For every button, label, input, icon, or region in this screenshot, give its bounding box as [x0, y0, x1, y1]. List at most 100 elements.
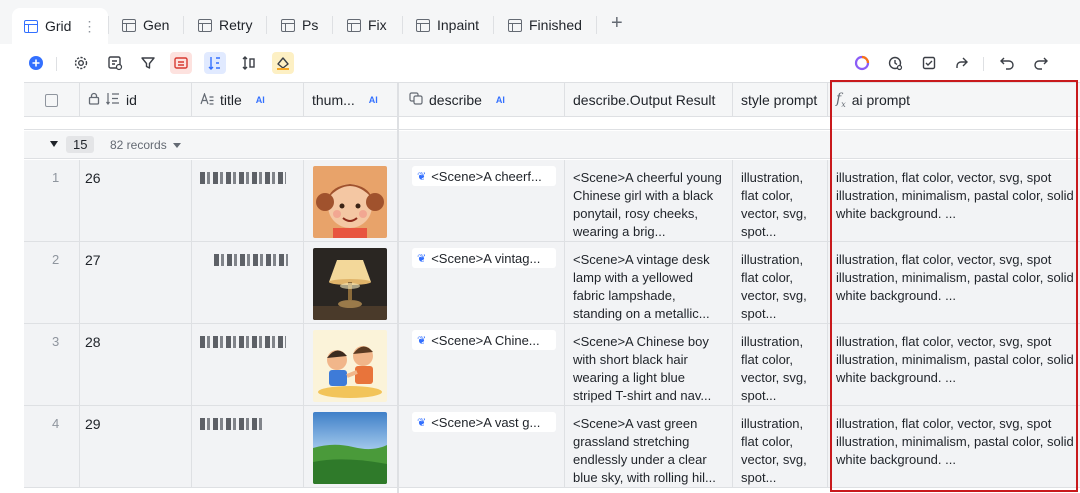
collapse-chevron-icon[interactable] — [50, 141, 58, 147]
grid-view-icon — [347, 18, 361, 32]
thumbnail-image[interactable] — [313, 166, 387, 238]
cell-style-prompt[interactable]: illustration, flat color, vector, svg, s… — [733, 324, 828, 406]
cell-describe[interactable]: ❦ <Scene>A Chine... — [399, 324, 565, 406]
column-label: style prompt — [741, 92, 818, 108]
table-row[interactable]: 3 28 ❦ <Scene>A Chine... <Scene>A Chines… — [24, 324, 1080, 406]
linked-record-pill[interactable]: ❦ <Scene>A vast g... — [412, 412, 556, 432]
tab-grid[interactable]: Grid ⋮ — [12, 8, 109, 44]
column-header-style[interactable]: style prompt — [733, 83, 828, 117]
checklist-icon[interactable] — [918, 52, 940, 74]
cell-thumbnail[interactable] — [304, 242, 399, 324]
row-number: 2 — [24, 242, 80, 324]
column-header-thumb[interactable]: thum... AI — [304, 83, 399, 117]
column-header-describe[interactable]: describe AI — [399, 83, 565, 117]
tab-label: Grid — [45, 18, 72, 34]
automation-icon[interactable] — [884, 52, 906, 74]
cell-output[interactable]: <Scene>A vintage desk lamp with a yellow… — [565, 242, 733, 324]
column-label: ai prompt — [851, 92, 911, 108]
tab-divider — [596, 16, 597, 34]
cell-ai-prompt[interactable]: illustration, flat color, vector, svg, s… — [828, 324, 1080, 406]
cell-thumbnail[interactable] — [304, 324, 399, 406]
table-row[interactable]: 4 29 ❦ <Scene>A vast g... <Scene>A vast … — [24, 406, 1080, 488]
cell-output[interactable]: <Scene>A cheerful young Chinese girl wit… — [565, 160, 733, 242]
cell-id[interactable]: 28 — [80, 324, 192, 406]
cell-style-prompt[interactable]: illustration, flat color, vector, svg, s… — [733, 160, 828, 242]
row-number: 1 — [24, 160, 80, 242]
tab-gen[interactable]: Gen — [122, 8, 169, 42]
link-icon: ❦ — [417, 416, 427, 429]
linked-record-pill[interactable]: ❦ <Scene>A cheerf... — [412, 166, 556, 186]
redacted-title — [200, 336, 286, 348]
text-field-icon — [200, 91, 214, 108]
frozen-column-divider[interactable] — [397, 83, 399, 493]
grid-view-icon — [416, 18, 430, 32]
group-value: 15 — [66, 136, 95, 153]
linked-record-pill[interactable]: ❦ <Scene>A Chine... — [412, 330, 556, 350]
cell-output[interactable]: <Scene>A Chinese boy with short black ha… — [565, 324, 733, 406]
share-icon[interactable] — [951, 52, 973, 74]
grid-view-icon — [281, 18, 295, 32]
table-row[interactable]: 1 26 ❦ <Scene>A cheerf... <Scene>A cheer… — [24, 160, 1080, 242]
column-header-ai-prompt[interactable]: fx ai prompt — [828, 83, 1080, 117]
group-icon[interactable] — [170, 52, 192, 74]
tab-fix[interactable]: Fix — [347, 8, 387, 42]
grid-view-icon — [122, 18, 136, 32]
fill-color-icon[interactable] — [272, 52, 294, 74]
ai-assistant-icon[interactable] — [851, 52, 873, 74]
cell-thumbnail[interactable] — [304, 160, 399, 242]
settings-icon[interactable] — [70, 52, 92, 74]
cell-title[interactable] — [192, 242, 304, 324]
cell-title[interactable] — [192, 160, 304, 242]
cell-style-prompt[interactable]: illustration, flat color, vector, svg, s… — [733, 242, 828, 324]
add-view-icon[interactable]: + — [611, 13, 623, 33]
cell-ai-prompt[interactable]: illustration, flat color, vector, svg, s… — [828, 242, 1080, 324]
tab-ps[interactable]: Ps — [281, 8, 318, 42]
table-row[interactable]: 2 27 ❦ <Scene>A vintag... <Scene>A vinta… — [24, 242, 1080, 324]
cell-id[interactable]: 26 — [80, 160, 192, 242]
field-config-icon[interactable] — [104, 52, 126, 74]
cell-id[interactable]: 29 — [80, 406, 192, 488]
tab-finished[interactable]: Finished — [508, 8, 582, 42]
column-header-output[interactable]: describe.Output Result — [565, 83, 733, 117]
column-header-id[interactable]: id — [80, 83, 192, 117]
tab-divider — [266, 16, 267, 34]
sort-icon[interactable] — [204, 52, 226, 74]
grid-view-icon — [198, 18, 212, 32]
cell-ai-prompt[interactable]: illustration, flat color, vector, svg, s… — [828, 406, 1080, 488]
cell-output[interactable]: <Scene>A vast green grassland stretching… — [565, 406, 733, 488]
row-height-icon[interactable] — [238, 52, 260, 74]
undo-icon[interactable] — [996, 52, 1018, 74]
cell-title[interactable] — [192, 324, 304, 406]
add-record-button[interactable] — [25, 52, 47, 74]
group-header[interactable]: 15 82 records — [24, 131, 1080, 159]
cell-style-prompt[interactable]: illustration, flat color, vector, svg, s… — [733, 406, 828, 488]
row-number: 4 — [24, 406, 80, 488]
redo-icon[interactable] — [1030, 52, 1052, 74]
ai-badge: AI — [495, 95, 505, 105]
filter-icon[interactable] — [137, 52, 159, 74]
toolbar — [0, 44, 1080, 82]
cell-describe[interactable]: ❦ <Scene>A vintag... — [399, 242, 565, 324]
select-all-cell — [24, 83, 80, 117]
thumbnail-image[interactable] — [313, 248, 387, 320]
cell-id[interactable]: 27 — [80, 242, 192, 324]
column-label: title — [220, 92, 242, 108]
record-count[interactable]: 82 records — [110, 138, 181, 152]
thumbnail-image[interactable] — [313, 412, 387, 484]
select-all-checkbox[interactable] — [45, 93, 58, 107]
more-options-icon[interactable]: ⋮ — [82, 18, 96, 35]
link-icon: ❦ — [417, 334, 427, 347]
cell-describe[interactable]: ❦ <Scene>A vast g... — [399, 406, 565, 488]
thumbnail-image[interactable] — [313, 330, 387, 402]
tab-retry[interactable]: Retry — [198, 8, 252, 42]
tab-inpaint[interactable]: Inpaint — [416, 8, 479, 42]
cell-title[interactable] — [192, 406, 304, 488]
cell-ai-prompt[interactable]: illustration, flat color, vector, svg, s… — [828, 160, 1080, 242]
linked-record-pill[interactable]: ❦ <Scene>A vintag... — [412, 248, 556, 268]
cell-describe[interactable]: ❦ <Scene>A cheerf... — [399, 160, 565, 242]
cell-thumbnail[interactable] — [304, 406, 399, 488]
column-label: id — [126, 92, 137, 108]
column-header-title[interactable]: title AI — [192, 83, 304, 117]
view-tabs: Grid ⋮ Gen Retry Ps Fix Inpaint Finished… — [0, 0, 1080, 44]
toolbar-divider — [983, 57, 984, 71]
